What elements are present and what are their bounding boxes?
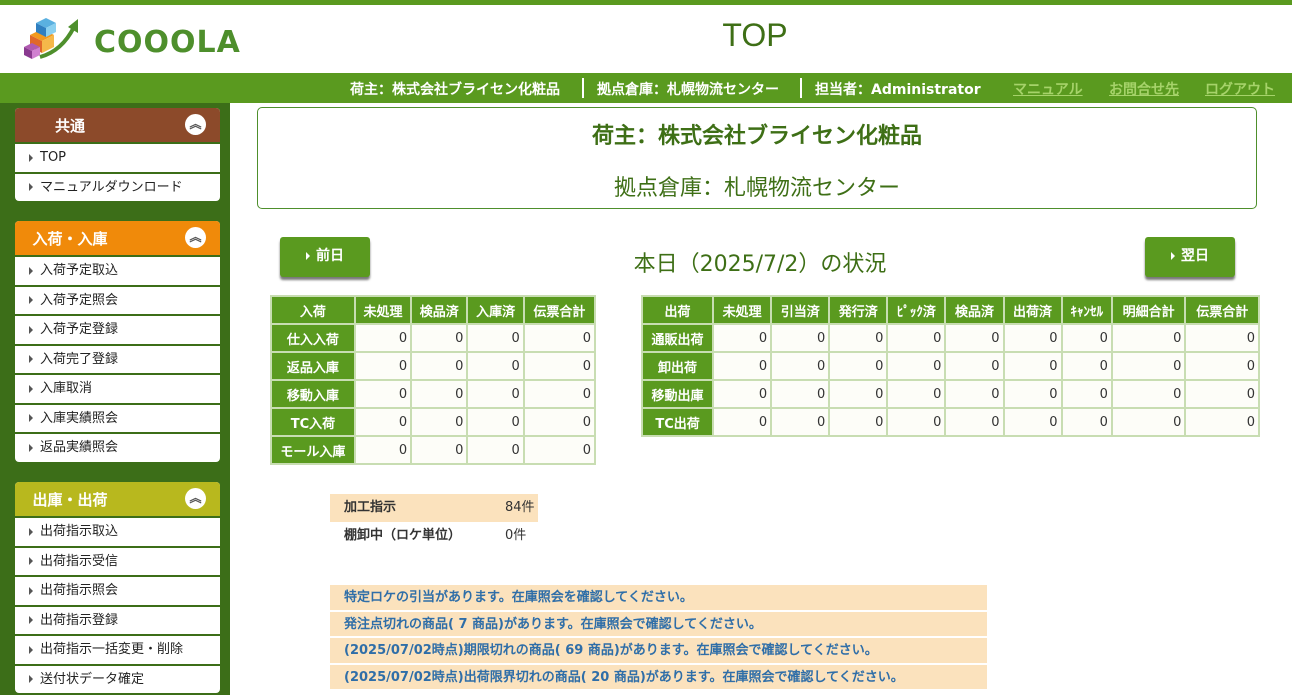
column-header: 検品済 [944,295,1005,325]
sidebar-item[interactable]: 返品実績照会 [15,432,220,462]
sidebar-item[interactable]: 出荷指示一括変更・削除 [15,634,220,664]
prev-day-button[interactable]: 前日 [280,237,370,277]
sidebar-item-manual-download[interactable]: マニュアルダウンロード [15,171,220,202]
warehouse-name: 拠点倉庫：札幌物流センター [613,176,900,201]
table-row: 返品入庫 0000 [270,351,597,381]
menu-group-header[interactable]: 出庫・出荷 ︽ [15,482,220,516]
sidebar: 共通 ︽ TOP マニュアルダウンロード 入荷・入庫 ︽ 入荷予定取込 入荷予定… [0,103,230,695]
manual-link[interactable]: マニュアル [1013,79,1083,99]
caret-right-icon [29,296,33,304]
sidebar-item[interactable]: 送付状データ確定 [15,663,220,694]
caret-right-icon [29,355,33,363]
warehouse-info: 拠点倉庫：札幌物流センター [597,82,779,98]
column-header: 出荷済 [1002,295,1063,325]
page-title: TOP [722,17,788,53]
caret-right-icon [29,616,33,624]
sidebar-item[interactable]: 入荷予定登録 [15,314,220,344]
menu-group-outbound: 出庫・出荷 ︽ 出荷指示取込 出荷指示受信 出荷指示照会 出荷指示登録 出荷指示… [15,482,220,693]
column-header: 未処理 [712,295,773,325]
column-header: ﾋﾟｯｸ済 [886,295,947,325]
column-header: ｷｬﾝｾﾙ [1060,295,1113,325]
table-row: TC出荷 000000000 [640,407,1260,437]
column-header: 発行済 [828,295,889,325]
column-header: 未処理 [353,295,413,325]
table-row: 移動入庫 0000 [270,379,597,409]
alert-item[interactable]: (2025/07/02時点)出荷限界切れの商品( 20 商品)があります。在庫照… [330,664,987,691]
sidebar-item[interactable]: 入荷予定取込 [15,255,220,285]
sidebar-item[interactable]: 出荷指示照会 [15,575,220,605]
status-title: 本日（2025/7/2）の状況 [633,252,887,277]
column-header: 入庫済 [466,295,525,325]
table-row: モール入庫 0000 [270,435,597,465]
sidebar-item-top[interactable]: TOP [15,142,220,172]
divider [582,78,584,98]
caret-right-icon [29,183,33,191]
caret-right-icon [29,153,33,162]
contact-link[interactable]: お問合せ先 [1109,79,1179,99]
column-header: 明細合計 [1110,295,1187,325]
inbound-table: 入荷 未処理 検品済 入庫済 伝票合計 仕入入荷 0000 返品入庫 0000 … [270,295,597,465]
info-bar: 荷主：株式会社ブライセン化粧品 拠点倉庫：札幌物流センター 担当者：Admini… [0,73,1292,103]
alert-item[interactable]: 特定ロケの引当があります。在庫照会を確認してください。 [330,585,987,612]
next-day-button[interactable]: 翌日 [1145,237,1235,277]
column-header: 引当済 [770,295,831,325]
column-header: 伝票合計 [522,295,597,325]
caret-right-icon [29,586,33,595]
column-header: 検品済 [410,295,469,325]
sidebar-item[interactable]: 出荷指示登録 [15,604,220,635]
sidebar-item[interactable]: 出荷指示受信 [15,545,220,576]
sidebar-item[interactable]: 入荷完了登録 [15,343,220,374]
staff-info: 担当者：Administrator [815,82,981,98]
menu-group-header[interactable]: 入荷・入庫 ︽ [15,221,220,255]
caret-right-icon [29,527,33,536]
owner-info: 荷主：株式会社ブライセン化粧品 [350,82,560,98]
sidebar-item[interactable]: 入庫実績照会 [15,402,220,433]
alert-item[interactable]: 発注点切れの商品( 7 商品)があります。在庫照会で確認してください。 [330,611,987,638]
alert-list: 特定ロケの引当があります。在庫照会を確認してください。 発注点切れの商品( 7 … [330,585,987,691]
column-header: 入荷 [270,295,356,325]
owner-name: 荷主：株式会社ブライセン化粧品 [591,124,922,149]
menu-group-header[interactable]: 共通 ︽ [15,108,220,142]
chevron-up-icon[interactable]: ︽ [185,114,206,135]
sidebar-item[interactable]: 入庫取消 [15,373,220,403]
owner-box: 荷主：株式会社ブライセン化粧品 拠点倉庫：札幌物流センター [257,107,1257,209]
caret-right-icon [29,414,33,422]
divider [800,78,802,98]
processing-row[interactable]: 加工指示 84件 [330,494,538,522]
caret-right-icon [1171,252,1175,260]
processing-summary: 加工指示 84件 棚卸中（ロケ単位） 0件 [330,494,538,550]
processing-row[interactable]: 棚卸中（ロケ単位） 0件 [330,522,538,550]
table-row: TC入荷 0000 [270,407,597,437]
caret-right-icon [29,443,33,452]
alert-item[interactable]: (2025/07/02時点)期限切れの商品( 69 商品)があります。在庫照会で… [330,638,987,665]
outbound-table: 出荷 未処理 引当済 発行済 ﾋﾟｯｸ済 検品済 出荷済 ｷｬﾝｾﾙ 明細合計 … [640,295,1260,437]
caret-right-icon [29,645,33,654]
caret-right-icon [29,384,33,393]
chevron-up-icon[interactable]: ︽ [185,227,206,248]
caret-right-icon [29,557,33,565]
chevron-up-icon[interactable]: ︽ [185,488,206,509]
table-row: 通販出荷 000000000 [640,323,1260,353]
menu-group-common: 共通 ︽ TOP マニュアルダウンロード [15,108,220,201]
caret-right-icon [29,266,33,275]
menu-group-inbound: 入荷・入庫 ︽ 入荷予定取込 入荷予定照会 入荷予定登録 入荷完了登録 入庫取消… [15,221,220,462]
table-row: 卸出荷 000000000 [640,351,1260,381]
sidebar-item[interactable]: 入荷予定照会 [15,284,220,315]
caret-right-icon [306,252,310,260]
caret-right-icon [29,325,33,334]
header: COOOLA TOP [0,5,1292,73]
table-row: 仕入入荷 0000 [270,323,597,353]
logout-link[interactable]: ログアウト [1205,79,1275,99]
column-header: 出荷 [640,295,715,325]
sidebar-item[interactable]: 出荷指示取込 [15,516,220,546]
column-header: 伝票合計 [1184,295,1260,325]
table-row: 移動出庫 000000000 [640,379,1260,409]
caret-right-icon [29,675,33,683]
